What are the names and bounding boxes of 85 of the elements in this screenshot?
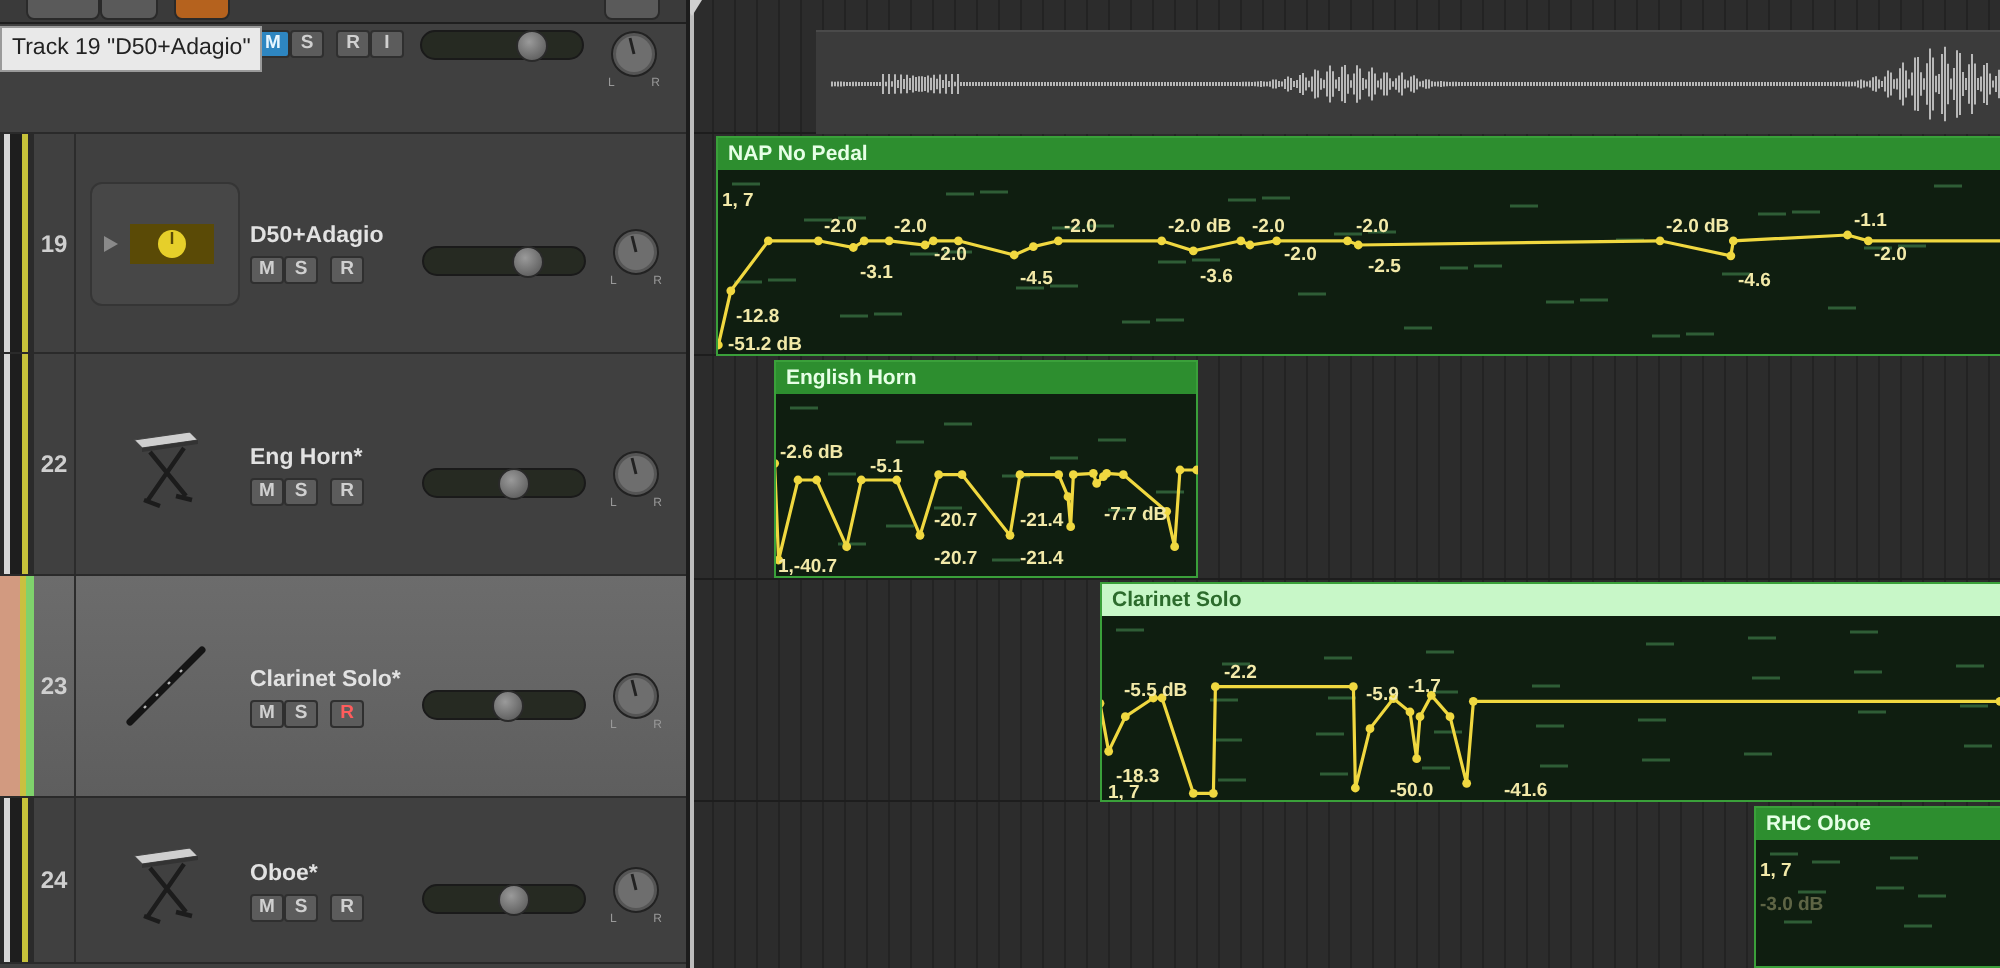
automation-value-label: -3.6 — [1200, 266, 1233, 288]
solo-button[interactable]: S — [284, 477, 318, 505]
slider-thumb[interactable] — [498, 467, 531, 499]
automation-value-label: -2.0 — [824, 216, 857, 238]
track-name: Clarinet Solo* — [250, 665, 403, 693]
track-number: 24 — [40, 864, 68, 898]
automation-value-label: -2.0 dB — [1168, 216, 1232, 238]
automation-value-label: -2.0 — [894, 216, 927, 238]
automation-value-label: -4.5 — [1020, 268, 1053, 290]
automation-value-label: -5.1 — [870, 456, 903, 478]
pan-knob[interactable] — [612, 865, 660, 913]
automation-value-label: -51.2 dB — [728, 334, 802, 354]
slider-thumb[interactable] — [491, 689, 524, 721]
automation-value-label: -12.8 — [736, 306, 780, 328]
automation-value-label: -2.0 — [1874, 244, 1907, 266]
pan-knob[interactable] — [612, 671, 660, 719]
track-name: Oboe* — [250, 859, 320, 887]
track-name: D50+Adagio — [250, 222, 386, 250]
slider-thumb[interactable] — [516, 30, 549, 62]
automation-value-label: -4.6 — [1738, 270, 1771, 292]
automation-value-label: -1.1 — [1854, 210, 1887, 232]
volume-slider[interactable] — [422, 883, 586, 913]
tooltip: Track 19 "D50+Adagio" — [0, 26, 263, 73]
pan-knob[interactable] — [610, 30, 658, 78]
mute-button[interactable]: M — [250, 477, 284, 505]
input-monitor-button[interactable]: I — [370, 30, 404, 58]
record-button[interactable]: R — [330, 699, 364, 727]
region-title: RHC Oboe — [1756, 808, 2000, 840]
automation-value-label: -2.2 — [1224, 662, 1257, 684]
automation-value-label: -20.7 — [934, 548, 978, 570]
automation-value-label: -21.4 — [1020, 548, 1064, 570]
automation-value-label: -2.5 — [1368, 256, 1401, 278]
track-name: Eng Horn* — [250, 443, 365, 471]
automation-region[interactable]: RHC Oboe 1, 7 -3.0 dB — [1754, 806, 2000, 968]
automation-value-label: 1, 7 — [722, 190, 754, 212]
record-button[interactable]: R — [330, 893, 364, 921]
automation-value-label: -2.0 — [1284, 244, 1317, 266]
automation-value-label: -5.5 dB — [1124, 680, 1188, 702]
solo-button[interactable]: S — [284, 699, 318, 727]
automation-value-label: -21.4 — [1020, 510, 1064, 532]
track-number: 19 — [40, 227, 68, 261]
mute-button[interactable]: M — [250, 893, 284, 921]
automation-value-label: -3.1 — [860, 262, 893, 284]
solo-button[interactable]: S — [284, 256, 318, 284]
pan-knob[interactable] — [612, 228, 660, 276]
solo-button[interactable]: S — [290, 30, 324, 58]
automation-value-label: -20.7 — [934, 510, 978, 532]
automation-region[interactable]: NAP No Pedal 1, 7 -2.0 -2.0 -3.1 -2.0 -4.5 -2.0 -2.0 dB -3.6 -2.0 -2.0 -2.0 -2.5 -2.0 dB -4.6 -1.1 -2.0 -12.8 -51.2 dB — [716, 136, 2000, 356]
volume-slider[interactable] — [422, 246, 586, 276]
region-title: Clarinet Solo — [1102, 584, 2000, 616]
automation-value-label: -2.0 dB — [1666, 216, 1730, 238]
volume-slider[interactable] — [420, 30, 584, 60]
automation-value-label: -2.0 — [1064, 216, 1097, 238]
slider-thumb[interactable] — [498, 883, 531, 915]
automation-value-label: -2.0 — [1356, 216, 1389, 238]
automation-value-label: 1,-40.7 — [778, 556, 838, 576]
clarinet-icon — [123, 644, 207, 728]
record-button[interactable]: R — [330, 256, 364, 284]
automation-value-label: -1.7 — [1408, 676, 1441, 698]
pan-knob[interactable] — [612, 449, 660, 497]
automation-value-label: -50.0 — [1390, 780, 1434, 800]
slider-thumb[interactable] — [511, 246, 544, 278]
record-button[interactable]: R — [330, 477, 364, 505]
mute-button[interactable]: M — [250, 256, 284, 284]
track-number: 22 — [40, 448, 68, 482]
track-number: 23 — [40, 670, 68, 704]
disclosure-triangle-icon[interactable] — [104, 235, 118, 251]
automation-value-label: -18.3 — [1116, 766, 1160, 788]
region-title: NAP No Pedal — [718, 138, 2000, 170]
record-button[interactable]: R — [336, 30, 370, 58]
automation-value-label: -2.0 — [934, 244, 967, 266]
automation-value-label: -3.0 dB — [1760, 894, 1824, 916]
automation-value-label: -41.6 — [1504, 780, 1548, 800]
automation-value-label: -2.0 — [1252, 216, 1285, 238]
solo-button[interactable]: S — [284, 893, 318, 921]
volume-slider[interactable] — [422, 689, 586, 719]
automation-value-label: -5.9 — [1366, 684, 1399, 706]
automation-value-label: -7.7 dB — [1104, 504, 1168, 526]
automation-region[interactable]: English Horn -2.6 dB -5.1 -20.7 -20.7 -21.4 -21.4 -7.7 dB 1,-40.7 — [774, 360, 1198, 578]
automation-value-label: -2.6 dB — [780, 442, 844, 464]
automation-value-label: 1, 7 — [1760, 860, 1792, 882]
synth-knob-icon — [130, 223, 214, 263]
region-title: English Horn — [776, 362, 1196, 394]
volume-slider[interactable] — [422, 467, 586, 497]
mute-button[interactable]: M — [250, 699, 284, 727]
